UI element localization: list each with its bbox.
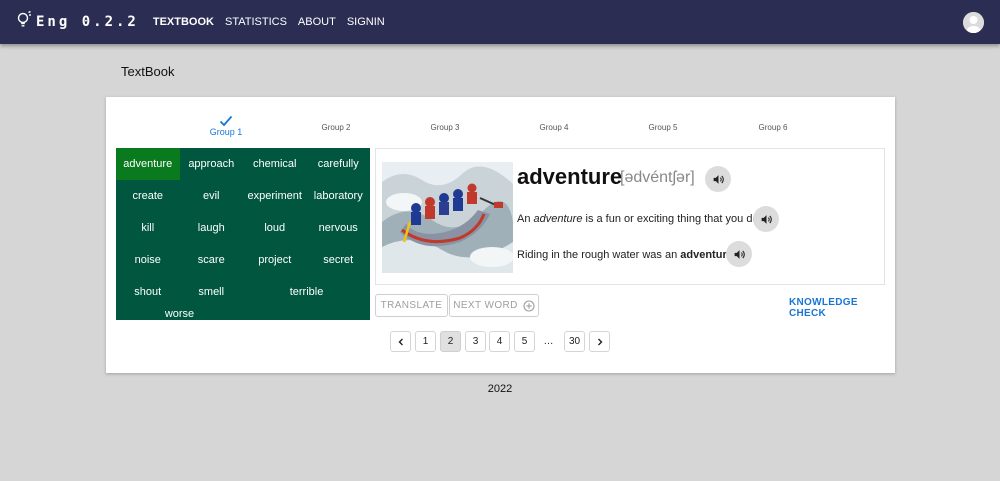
- nav-statistics[interactable]: STATISTICS: [225, 16, 287, 28]
- nav-textbook[interactable]: TEXTBOOK: [153, 16, 214, 28]
- tab-label: Group 5: [648, 123, 678, 132]
- example-text-before: Riding in the rough water was an: [517, 249, 681, 261]
- word-item-noise[interactable]: noise: [116, 244, 180, 276]
- example-word: adventure: [680, 249, 733, 261]
- word-example: Riding in the rough water was an adventu…: [517, 249, 736, 261]
- word-item-experiment[interactable]: experiment: [243, 180, 307, 212]
- next-word-label: NEXT WORD: [453, 300, 518, 311]
- tab-label: Group 2: [321, 123, 351, 132]
- word-title: adventure: [517, 164, 623, 189]
- volume-icon: [761, 214, 772, 224]
- word-item-shout[interactable]: shout: [116, 276, 180, 308]
- word-item-laugh[interactable]: laugh: [180, 212, 244, 244]
- tab-label: Group 1: [209, 127, 243, 137]
- word-item-nervous[interactable]: nervous: [307, 212, 371, 244]
- check-icon: [219, 115, 233, 127]
- tab-label: Group 4: [539, 123, 569, 132]
- tab-group-5[interactable]: Group 5: [623, 111, 703, 132]
- page-ellipsis: …: [543, 336, 554, 347]
- page-4[interactable]: 4: [489, 331, 510, 352]
- page-3[interactable]: 3: [465, 331, 486, 352]
- lightbulb-icon: [16, 10, 32, 34]
- word-item-worse[interactable]: worse: [116, 308, 243, 320]
- group-tabs: Group 1 Group 2 Group 3 Group 4 Group 5 …: [106, 111, 895, 141]
- app-bar: Eng 0.2.2 TEXTBOOK STATISTICS ABOUT SIGN…: [0, 0, 1000, 44]
- word-item-chemical[interactable]: chemical: [243, 148, 307, 180]
- word-item-laboratory[interactable]: laboratory: [307, 180, 371, 212]
- word-item-loud[interactable]: loud: [243, 212, 307, 244]
- meaning-text-after: is a fun or exciting thing that you do.: [582, 213, 762, 225]
- tab-group-6[interactable]: Group 6: [733, 111, 813, 132]
- main-nav: TEXTBOOK STATISTICS ABOUT SIGNIN: [153, 16, 396, 28]
- word-meaning: An adventure is a fun or exciting thing …: [517, 213, 762, 225]
- chevron-right-icon: [597, 338, 602, 345]
- word-item-smell[interactable]: smell: [180, 276, 244, 308]
- knowledge-check-button[interactable]: KNOWLEDGE CHECK: [789, 297, 895, 319]
- meaning-text-before: An: [517, 213, 534, 225]
- word-item-secret[interactable]: secret: [307, 244, 371, 276]
- nav-about[interactable]: ABOUT: [298, 16, 336, 28]
- plus-circle-icon: [523, 299, 535, 312]
- word-item-carefully[interactable]: carefully: [307, 148, 371, 180]
- textbook-card: Group 1 Group 2 Group 3 Group 4 Group 5 …: [106, 97, 895, 373]
- brand[interactable]: Eng 0.2.2: [16, 10, 139, 34]
- word-item-scare[interactable]: scare: [180, 244, 244, 276]
- footer-year: 2022: [487, 383, 513, 395]
- word-detail-panel: adventure [ədvéntʃər] An adventure is a …: [375, 148, 885, 285]
- word-item-approach[interactable]: approach: [180, 148, 244, 180]
- audio-example-button[interactable]: [726, 241, 752, 267]
- word-transcription: [ədvéntʃər]: [620, 169, 695, 186]
- page-prev-button[interactable]: [390, 331, 411, 352]
- meaning-word: adventure: [533, 213, 583, 225]
- audio-word-button[interactable]: [705, 166, 731, 192]
- tab-group-1[interactable]: Group 1: [186, 111, 266, 137]
- next-word-button[interactable]: NEXT WORD: [449, 294, 539, 317]
- nav-signin[interactable]: SIGNIN: [347, 16, 385, 28]
- tab-label: Group 3: [430, 123, 460, 132]
- avatar-icon[interactable]: [963, 12, 984, 33]
- brand-title: Eng 0.2.2: [36, 14, 139, 30]
- translate-button[interactable]: TRANSLATE: [375, 294, 448, 317]
- page-next-button[interactable]: [589, 331, 610, 352]
- word-grid: adventure approach chemical carefully cr…: [116, 148, 370, 320]
- page-5[interactable]: 5: [514, 331, 535, 352]
- page-30[interactable]: 30: [564, 331, 585, 352]
- audio-meaning-button[interactable]: [753, 206, 779, 232]
- word-item-create[interactable]: create: [116, 180, 180, 212]
- page-1[interactable]: 1: [415, 331, 436, 352]
- word-item-project[interactable]: project: [243, 244, 307, 276]
- tab-group-2[interactable]: Group 2: [296, 111, 376, 132]
- translate-label: TRANSLATE: [380, 300, 443, 311]
- word-item-adventure[interactable]: adventure: [116, 148, 180, 180]
- word-item-evil[interactable]: evil: [180, 180, 244, 212]
- tab-group-3[interactable]: Group 3: [405, 111, 485, 132]
- word-image: [382, 162, 513, 273]
- chevron-left-icon: [398, 338, 403, 345]
- word-item-terrible[interactable]: terrible: [243, 276, 370, 308]
- tab-group-4[interactable]: Group 4: [514, 111, 594, 132]
- word-item-kill[interactable]: kill: [116, 212, 180, 244]
- tab-label: Group 6: [758, 123, 788, 132]
- page-title: TextBook: [121, 64, 175, 79]
- volume-icon: [713, 174, 724, 184]
- page-2[interactable]: 2: [440, 331, 461, 352]
- volume-icon: [734, 249, 745, 259]
